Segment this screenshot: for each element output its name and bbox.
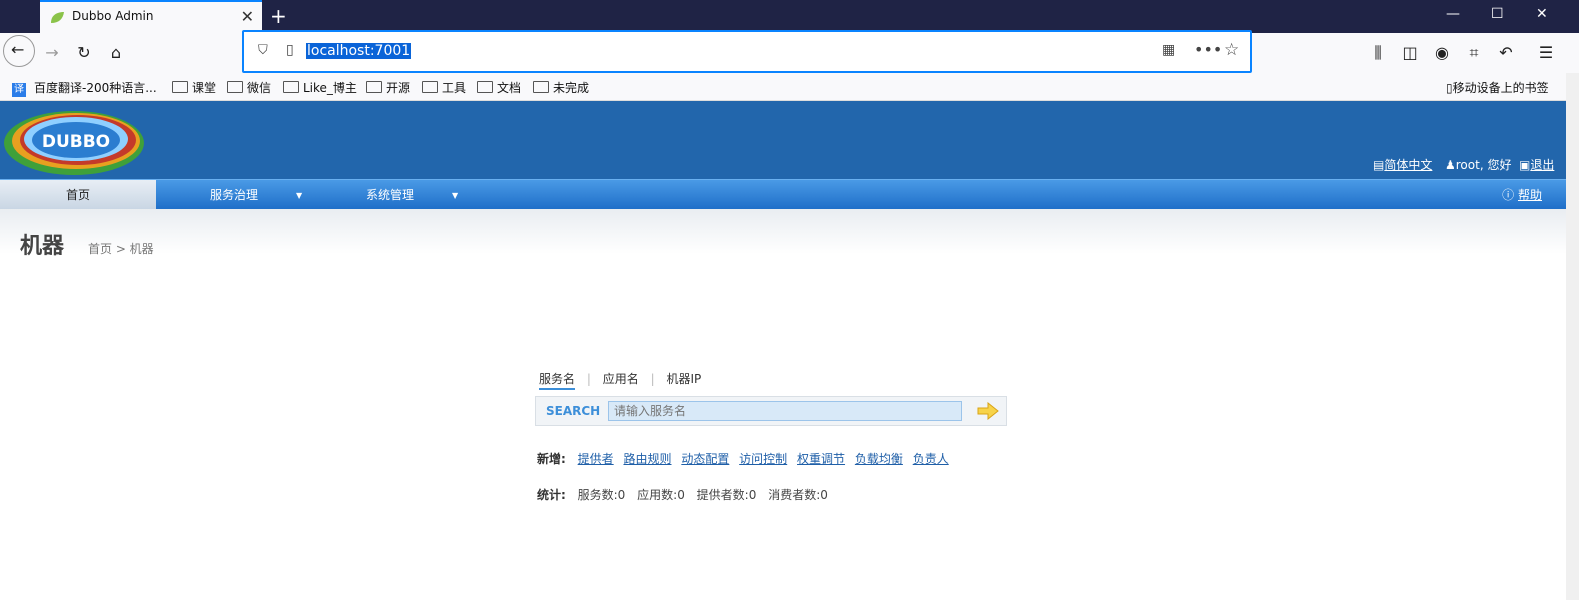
page-title: 机器 <box>20 234 65 259</box>
bookmark-folder[interactable]: 开源 <box>366 79 410 96</box>
maximize-icon[interactable]: ☐ <box>1491 6 1504 22</box>
search-tabs: 服务名 | 应用名 | 机器IP <box>539 370 709 390</box>
add-route-rule-link[interactable]: 路由规则 <box>623 452 671 466</box>
add-label: 新增: <box>537 452 566 466</box>
minimize-icon[interactable]: — <box>1446 6 1460 22</box>
search-input[interactable] <box>608 401 962 421</box>
add-owner-link[interactable]: 负责人 <box>913 452 949 466</box>
bookmark-folder[interactable]: 课堂 <box>172 79 216 96</box>
folder-icon <box>227 81 243 93</box>
arrow-right-icon[interactable] <box>977 402 999 420</box>
help-link[interactable]: ⓘ 帮助 <box>1502 180 1542 211</box>
breadcrumb[interactable]: 首页 > 机器 <box>88 240 154 257</box>
help-icon: ⓘ <box>1502 188 1515 202</box>
tab-divider: | <box>650 372 655 386</box>
screenshot-icon[interactable]: ⌗ <box>1462 41 1486 65</box>
account-icon[interactable]: ◉ <box>1430 41 1454 65</box>
search-label: SEARCH <box>546 404 601 418</box>
hamburger-menu-icon[interactable]: ☰ <box>1534 41 1558 65</box>
qr-code-icon[interactable]: ▦ <box>1162 42 1175 58</box>
main-menu: 首页 服务治理 ▼ 系统管理 ▼ ⓘ 帮助 <box>0 179 1566 209</box>
search-box: SEARCH <box>535 396 1007 426</box>
app-header: DUBBO <box>0 101 1566 179</box>
menu-system-management[interactable]: 系统管理 ▼ <box>312 180 468 209</box>
bookmark-folder[interactable]: 微信 <box>227 79 271 96</box>
browser-tab[interactable]: Dubbo Admin ✕ <box>40 0 262 33</box>
tab-service-name[interactable]: 服务名 <box>539 370 576 390</box>
folder-icon <box>533 81 549 93</box>
stats-label: 统计: <box>537 488 566 502</box>
reload-icon[interactable]: ↻ <box>72 41 96 65</box>
add-load-balance-link[interactable]: 负载均衡 <box>855 452 903 466</box>
phone-icon: ▯ <box>1446 81 1453 95</box>
user-greeting: ♟root, 您好 <box>1445 158 1512 172</box>
add-access-control-link[interactable]: 访问控制 <box>739 452 787 466</box>
more-actions-icon[interactable]: ••• <box>1194 40 1222 59</box>
stat-applications: 应用数:0 <box>637 488 685 502</box>
bookmark-folder[interactable]: 文档 <box>477 79 521 96</box>
tab-machine-ip[interactable]: 机器IP <box>666 370 701 387</box>
dropdown-arrow-icon: ▼ <box>452 191 459 200</box>
bookmark-folder[interactable]: Like_博主 <box>283 79 357 96</box>
add-dynamic-config-link[interactable]: 动态配置 <box>681 452 729 466</box>
forward-icon[interactable]: → <box>40 41 64 65</box>
folder-icon <box>172 81 188 93</box>
scrollbar[interactable] <box>1566 73 1579 600</box>
tab-app-name[interactable]: 应用名 <box>603 370 639 387</box>
mobile-bookmarks[interactable]: ▯移动设备上的书签 <box>1446 79 1549 96</box>
bookmarks-bar: 译百度翻译-200种语言... 课堂 微信 Like_博主 开源 工具 文档 未… <box>0 73 1579 101</box>
browser-tabbar: Dubbo Admin ✕ + — ☐ ✕ <box>0 0 1579 33</box>
page-header <box>0 209 1566 254</box>
close-tab-icon[interactable]: ✕ <box>241 7 254 26</box>
new-tab-icon[interactable]: + <box>270 4 287 28</box>
leaf-icon <box>51 12 64 23</box>
add-provider-link[interactable]: 提供者 <box>578 452 614 466</box>
sidebar-icon[interactable]: ◫ <box>1398 41 1422 65</box>
tab-divider: | <box>586 372 591 386</box>
stat-providers: 提供者数:0 <box>696 488 757 502</box>
folder-icon <box>366 81 382 93</box>
bookmark-folder[interactable]: 未完成 <box>533 79 589 96</box>
library-icon[interactable]: ⫼ <box>1366 41 1390 65</box>
dropdown-arrow-icon: ▼ <box>296 191 303 200</box>
logout-link[interactable]: ▣退出 <box>1519 156 1554 173</box>
menu-service-governance[interactable]: 服务治理 ▼ <box>156 180 312 209</box>
address-bar[interactable]: ⛉ ▯ localhost:7001 ▦ ••• ☆ <box>242 30 1252 73</box>
add-links-row: 新增: 提供者 路由规则 动态配置 访问控制 权重调节 负载均衡 负责人 <box>537 450 955 467</box>
home-icon[interactable]: ⌂ <box>104 41 128 65</box>
folder-icon <box>283 81 299 93</box>
close-window-icon[interactable]: ✕ <box>1536 6 1548 22</box>
stat-services: 服务数:0 <box>577 488 626 502</box>
url-text[interactable]: localhost:7001 <box>306 43 412 59</box>
menu-home[interactable]: 首页 <box>0 180 156 209</box>
svg-text:DUBBO: DUBBO <box>42 132 110 152</box>
shield-icon[interactable]: ⛉ <box>258 43 268 58</box>
undo-icon[interactable]: ↶ <box>1494 41 1518 65</box>
folder-icon <box>477 81 493 93</box>
bookmark-item[interactable]: 译百度翻译-200种语言... <box>12 79 157 97</box>
bookmark-folder[interactable]: 工具 <box>422 79 466 96</box>
bookmark-star-icon[interactable]: ☆ <box>1224 40 1239 60</box>
dubbo-logo[interactable]: DUBBO <box>2 105 146 177</box>
translate-icon: 译 <box>12 83 26 97</box>
back-arrow-icon: ← <box>11 40 25 59</box>
folder-icon <box>422 81 438 93</box>
logout-icon: ▣ <box>1519 158 1531 172</box>
language-link[interactable]: ▤简体中文 <box>1373 156 1432 173</box>
add-weight-link[interactable]: 权重调节 <box>797 452 845 466</box>
back-button[interactable]: ← <box>3 35 35 67</box>
stats-row: 统计: 服务数:0 应用数:0 提供者数:0 消费者数:0 <box>537 486 836 503</box>
user-icon: ♟ <box>1445 158 1456 172</box>
tab-title: Dubbo Admin <box>72 9 154 23</box>
page-icon: ▯ <box>286 42 294 58</box>
document-icon: ▤ <box>1373 158 1385 172</box>
stat-consumers: 消费者数:0 <box>768 488 828 502</box>
